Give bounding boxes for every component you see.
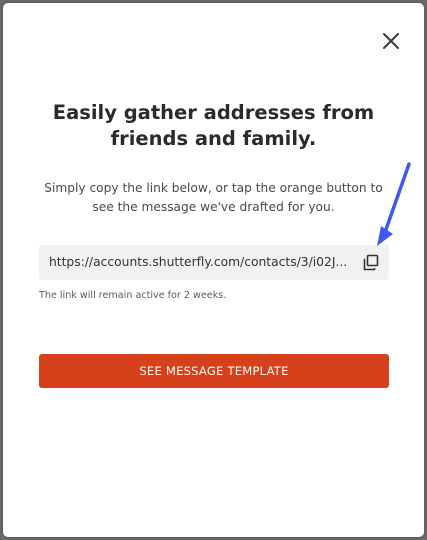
copy-link-button[interactable] <box>361 253 381 273</box>
gather-addresses-dialog: Easily gather addresses from friends and… <box>3 3 424 537</box>
dialog-title: Easily gather addresses from friends and… <box>52 101 375 150</box>
link-expiry-note: The link will remain active for 2 weeks. <box>39 290 227 301</box>
dialog-description: Simply copy the link below, or tap the o… <box>44 181 383 214</box>
share-link-box: https://accounts.shutterfly.com/contacts… <box>39 245 389 280</box>
share-link-text[interactable]: https://accounts.shutterfly.com/contacts… <box>49 245 351 280</box>
see-message-template-button[interactable]: SEE MESSAGE TEMPLATE <box>39 354 389 388</box>
close-icon <box>383 33 399 49</box>
close-button[interactable] <box>380 30 402 52</box>
copy-icon <box>363 254 379 271</box>
arrow-icon <box>377 162 411 246</box>
